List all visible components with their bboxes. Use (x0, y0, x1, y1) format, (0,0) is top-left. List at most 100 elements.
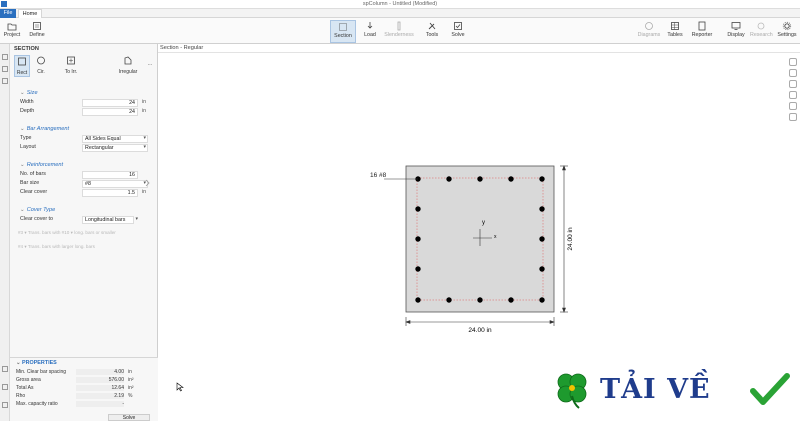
property-row: Rho 2.19 % (16, 393, 133, 399)
tools-button[interactable]: Tools (422, 20, 442, 43)
rail-icon[interactable] (2, 384, 8, 390)
panel-title: SECTION (14, 46, 39, 52)
define-button[interactable]: Define (26, 20, 48, 43)
rebar (446, 176, 452, 182)
tables-button[interactable]: Tables (665, 20, 685, 43)
size-section-title[interactable]: ⌄ Size (20, 90, 38, 96)
bars-row: No. of bars 16 (20, 171, 140, 179)
cover-type-section-title[interactable]: ⌄ Cover Type (20, 207, 55, 213)
rebar (508, 176, 514, 182)
load-icon (367, 22, 373, 29)
research-icon (757, 22, 765, 30)
width-dimension (405, 317, 555, 326)
rail-icon[interactable] (2, 66, 8, 72)
diagrams-button[interactable]: Diagrams (636, 20, 662, 43)
rail-icon[interactable] (2, 54, 8, 60)
ribbon: Project Define Section Load Slenderness … (0, 18, 800, 44)
tab-home[interactable]: Home (18, 9, 42, 18)
more-options-button[interactable]: ... (145, 61, 155, 83)
rail-icon[interactable] (2, 402, 8, 408)
reporter-button[interactable]: Reporter (689, 20, 715, 43)
width-label: Width (20, 99, 34, 105)
bar-size-row: Bar size #8 ▾ (20, 180, 148, 188)
shape-rect-button[interactable]: Rect (14, 55, 30, 77)
canvas-divider (158, 52, 800, 53)
rebar (477, 176, 483, 182)
pan-hand-icon[interactable] (789, 113, 797, 121)
slenderness-button[interactable]: Slenderness (384, 20, 414, 43)
to-irregular-button[interactable]: To Irr. (60, 55, 82, 77)
shape-circle-button[interactable]: Cir. (33, 55, 49, 77)
section-drawing[interactable]: 16 #8 y x 24.00 in 24.00 in (360, 160, 590, 340)
home-view-icon[interactable] (789, 58, 797, 66)
clear-cover-to-row: Clear cover to Longitudinal bars ▾ (20, 216, 140, 224)
project-button[interactable]: Project (2, 20, 22, 43)
reinforcement-section-title[interactable]: ⌄ Reinforcement (20, 162, 63, 168)
chevron-down-icon: ▾ (143, 144, 146, 150)
folder-icon (7, 23, 17, 31)
ribbon-tabs: File Home (0, 9, 800, 18)
solve-button[interactable]: Solve (448, 20, 468, 43)
reporter-icon (698, 21, 706, 31)
property-row: Max. capacity ratio - (16, 401, 124, 407)
properties-panel: ⌄ PROPERTIES Min. Clear bar spacing 4.00… (10, 357, 158, 421)
zoom-in-icon[interactable] (789, 91, 797, 99)
section-button[interactable]: Section (330, 20, 356, 43)
trans-bars-large-option: #4 ▾ Trans. bars with larger long. bars (18, 244, 95, 249)
depth-unit: in (142, 108, 147, 114)
property-row: Min. Clear bar spacing 4.00 in (16, 369, 132, 375)
rebar (415, 266, 421, 272)
bar-arrangement-section-title[interactable]: ⌄ Bar Arrangement (20, 126, 69, 132)
bars-input[interactable]: 16 (82, 171, 138, 179)
mouse-cursor-icon (176, 382, 184, 392)
clear-cover-unit: in (142, 189, 147, 195)
chevron-right-icon[interactable] (145, 179, 151, 187)
zoom-out-icon[interactable] (789, 102, 797, 110)
solve-bottom-button[interactable]: Solve (108, 414, 150, 421)
irregular-button[interactable]: Irregular (116, 55, 140, 77)
watermark-text: TẢI VỀ (600, 374, 711, 405)
clear-cover-to-select[interactable]: Longitudinal bars (82, 216, 134, 224)
rebar (539, 266, 545, 272)
checkmark-icon (750, 373, 790, 405)
clear-cover-input[interactable]: 1.5 (82, 189, 138, 197)
rectangle-icon (18, 57, 26, 66)
define-icon (33, 22, 41, 30)
load-button[interactable]: Load (360, 20, 380, 43)
rebar (539, 236, 545, 242)
settings-button[interactable]: Settings (776, 20, 798, 43)
axis-y-label: y (482, 220, 485, 226)
properties-title[interactable]: ⌄ PROPERTIES (16, 360, 57, 366)
research-button[interactable]: Research (750, 20, 773, 43)
zoom-window-icon[interactable] (789, 80, 797, 88)
slenderness-icon (397, 21, 401, 31)
diagrams-icon (645, 22, 653, 30)
convert-icon (67, 56, 75, 65)
gear-icon (782, 21, 792, 31)
rail-icon[interactable] (2, 78, 8, 84)
zoom-extents-icon[interactable] (789, 69, 797, 77)
rebar (477, 297, 483, 303)
trans-bars-small-option: #3 ▾ Trans. bars with #10 ▾ long. bars o… (18, 230, 116, 235)
layout-select[interactable]: Rectangular (82, 144, 148, 152)
section-icon (339, 23, 347, 31)
watermark-logo: TẢI VỀ (552, 370, 792, 410)
width-input[interactable]: 24 (82, 99, 138, 107)
display-button[interactable]: Display (726, 20, 746, 43)
type-row: Type All Sides Equal ▾ (20, 135, 148, 143)
circle-icon (37, 56, 45, 65)
solve-icon (454, 22, 462, 30)
tab-file[interactable]: File (0, 9, 16, 18)
depth-label: Depth (20, 108, 35, 114)
rebar (539, 206, 545, 212)
view-toolbar (789, 58, 799, 124)
rebar (415, 297, 421, 303)
chevron-down-icon: ▾ (143, 135, 146, 141)
rail-icon[interactable] (2, 366, 8, 372)
chevron-down-icon: ▾ (135, 216, 138, 222)
rebar (446, 297, 452, 303)
bar-size-select[interactable]: #8 (82, 180, 148, 188)
depth-input[interactable]: 24 (82, 108, 138, 116)
type-select[interactable]: All Sides Equal (82, 135, 148, 143)
rebar (415, 236, 421, 242)
